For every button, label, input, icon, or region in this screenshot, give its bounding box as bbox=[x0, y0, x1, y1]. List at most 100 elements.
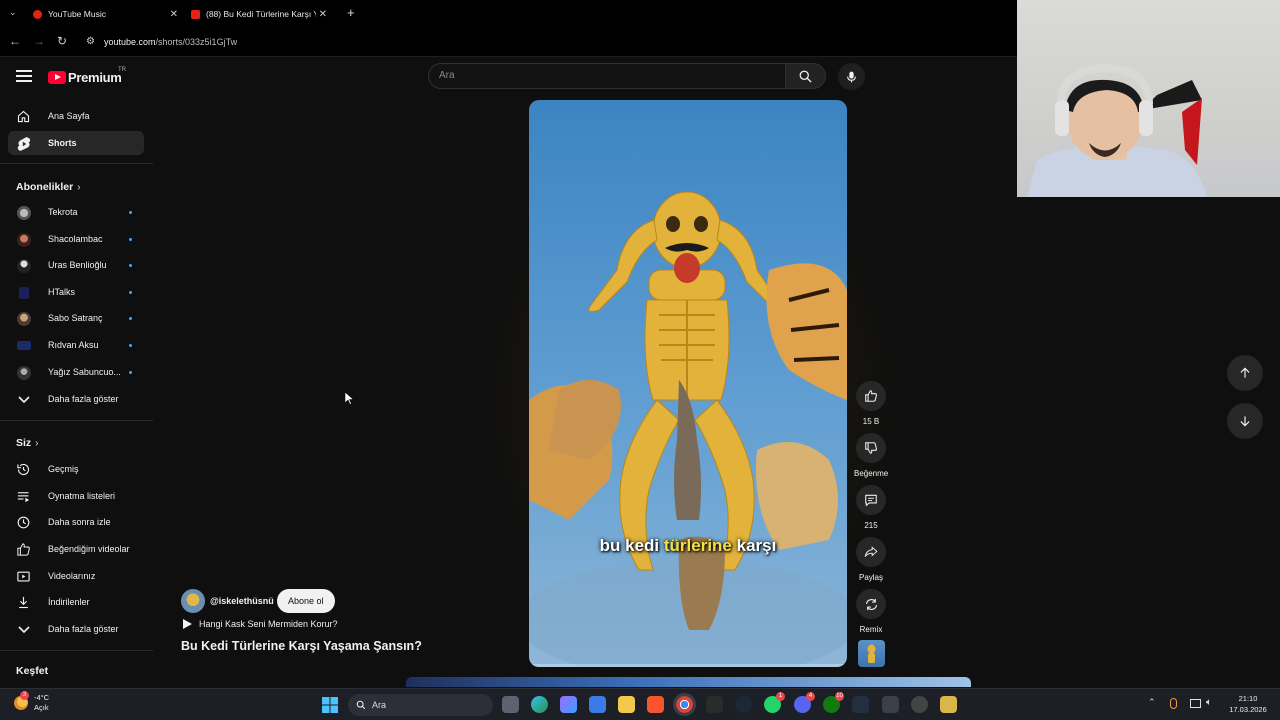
show-more-subscriptions[interactable]: Daha fazla göster bbox=[8, 387, 144, 411]
file-explorer-icon[interactable] bbox=[618, 696, 635, 713]
display-icon[interactable] bbox=[1190, 699, 1201, 708]
system-clock[interactable]: 21:10 17.03.2026 bbox=[1226, 693, 1270, 715]
thumbs-up-icon bbox=[865, 390, 877, 402]
video-progress-bar[interactable] bbox=[529, 664, 847, 667]
channel-avatar-icon bbox=[16, 232, 31, 247]
whatsapp-icon[interactable]: 1 bbox=[764, 692, 785, 713]
search-input[interactable] bbox=[439, 70, 769, 81]
steam-icon[interactable] bbox=[735, 696, 752, 713]
hardware-monitor-icon[interactable] bbox=[882, 696, 899, 713]
you-section-title[interactable]: Siz › bbox=[16, 437, 39, 449]
comments-button[interactable]: 215 bbox=[854, 485, 888, 530]
sidebar-item-your-videos[interactable]: Videolarınız bbox=[8, 564, 144, 588]
guide-menu-icon[interactable] bbox=[16, 70, 32, 82]
next-short-button[interactable] bbox=[1227, 403, 1263, 439]
youtube-favicon-icon bbox=[191, 9, 200, 19]
obs-icon[interactable] bbox=[911, 696, 928, 713]
sidebar-item-shacolambac[interactable]: Shacolambac bbox=[8, 227, 144, 251]
task-view-icon[interactable] bbox=[502, 696, 519, 713]
plex-icon[interactable] bbox=[940, 696, 957, 713]
sidebar-item-ridvan-aksu[interactable]: Rıdvan Aksu bbox=[8, 333, 144, 357]
youtube-play-logo-icon bbox=[48, 70, 66, 84]
site-info-icon[interactable]: ⚙ bbox=[86, 36, 95, 47]
close-tab-icon[interactable]: ✕ bbox=[319, 9, 327, 20]
tab-list-chevron-icon[interactable]: ⌄ bbox=[9, 7, 17, 18]
amazon-games-icon[interactable] bbox=[852, 696, 869, 713]
tab-youtube-music[interactable]: YouTube Music ✕ bbox=[33, 3, 178, 25]
back-icon[interactable]: ← bbox=[9, 34, 21, 48]
tab-title: (88) Bu Kedi Türlerine Karşı Yaşa... bbox=[206, 9, 316, 19]
search-button[interactable] bbox=[786, 63, 826, 89]
comment-count: 215 bbox=[864, 521, 878, 530]
remix-label: Remix bbox=[859, 625, 883, 634]
sidebar-item-sabo-satranc[interactable]: Sabo Satranç bbox=[8, 306, 144, 330]
start-button[interactable] bbox=[322, 697, 338, 718]
tray-chevron-up-icon[interactable]: ⌃ bbox=[1148, 697, 1156, 708]
channel-avatar[interactable] bbox=[181, 589, 205, 613]
previous-short-button[interactable] bbox=[1227, 355, 1263, 391]
xbox-icon[interactable]: 10 bbox=[823, 692, 844, 713]
subscribe-button[interactable]: Abone ol bbox=[277, 589, 335, 613]
sidebar-item-home[interactable]: Ana Sayfa bbox=[8, 104, 144, 128]
search-icon bbox=[799, 70, 812, 83]
sidebar-item-history[interactable]: Geçmiş bbox=[8, 457, 144, 481]
like-button[interactable]: 15 B bbox=[854, 381, 888, 426]
discord-icon[interactable]: 4 bbox=[794, 692, 815, 713]
discord-badge: 4 bbox=[806, 692, 815, 701]
channel-avatar-icon bbox=[16, 258, 31, 273]
store-icon[interactable] bbox=[589, 696, 606, 713]
brave-icon[interactable] bbox=[647, 696, 664, 713]
new-content-dot bbox=[129, 290, 132, 294]
subscriptions-title[interactable]: Abonelikler › bbox=[16, 181, 81, 193]
divider bbox=[0, 420, 153, 421]
epic-games-icon[interactable] bbox=[706, 696, 723, 713]
share-button[interactable]: Paylaş bbox=[854, 537, 888, 582]
dislike-button[interactable]: Beğenme bbox=[854, 433, 888, 478]
url-field[interactable]: youtube.com/shorts/033z5i1GjTw bbox=[104, 37, 237, 47]
linked-video-link[interactable]: Hangi Kask Seni Mermiden Korur? bbox=[183, 619, 338, 629]
close-tab-icon[interactable]: ✕ bbox=[170, 9, 178, 20]
forward-icon[interactable]: → bbox=[33, 34, 45, 48]
channel-name[interactable]: @iskelethüsnü bbox=[210, 596, 274, 606]
speaker-icon[interactable]: 🔈︎ bbox=[1206, 697, 1212, 708]
sidebar-item-uras-benlioglu[interactable]: Uras Benlioğlu bbox=[8, 253, 144, 277]
tab-shorts-video[interactable]: (88) Bu Kedi Türlerine Karşı Yaşa... ✕ bbox=[191, 3, 327, 25]
new-content-dot bbox=[129, 237, 132, 241]
divider bbox=[0, 650, 153, 651]
new-content-dot bbox=[129, 370, 132, 374]
sidebar-item-watch-later[interactable]: Daha sonra izle bbox=[8, 510, 144, 534]
sidebar-item-downloads[interactable]: İndirilenler bbox=[8, 590, 144, 614]
sidebar-item-label: Beğendiğim videolar bbox=[48, 544, 130, 554]
sound-thumbnail[interactable] bbox=[858, 640, 885, 667]
chrome-icon[interactable] bbox=[673, 693, 696, 716]
sidebar-item-playlists[interactable]: Oynatma listeleri bbox=[8, 484, 144, 508]
new-tab-icon[interactable]: + bbox=[347, 5, 355, 20]
sidebar-item-tekrota[interactable]: Tekrota bbox=[8, 200, 144, 224]
shorts-video-player[interactable]: bu kedi türlerine karşı bbox=[529, 100, 847, 667]
video-frame bbox=[529, 191, 847, 667]
clock-date: 17.03.2026 bbox=[1229, 705, 1267, 714]
comment-icon bbox=[865, 494, 877, 507]
edge-icon[interactable] bbox=[531, 696, 548, 713]
sidebar-item-shorts[interactable]: Shorts bbox=[8, 131, 144, 155]
search-icon bbox=[356, 700, 366, 710]
next-short-preview[interactable] bbox=[406, 677, 971, 687]
weather-widget[interactable]: 3 -4°C Açık bbox=[10, 691, 49, 713]
voice-search-button[interactable] bbox=[838, 63, 865, 90]
sidebar-item-label: Rıdvan Aksu bbox=[48, 340, 99, 350]
channel-avatar-icon bbox=[16, 311, 31, 326]
copilot-icon[interactable] bbox=[560, 696, 577, 713]
new-content-dot bbox=[129, 210, 132, 214]
show-more-you[interactable]: Daha fazla göster bbox=[8, 617, 144, 641]
sidebar-item-liked-videos[interactable]: Beğendiğim videolar bbox=[8, 537, 144, 561]
sidebar-item-htalks[interactable]: HTalks bbox=[8, 280, 144, 304]
taskbar-search[interactable]: Ara bbox=[348, 694, 493, 716]
sidebar-item-yagiz-sabuncuoglu[interactable]: Yağız Sabuncuo... bbox=[8, 360, 144, 384]
youtube-premium-logo[interactable]: Premium bbox=[48, 68, 122, 86]
windows-logo-icon bbox=[322, 697, 338, 713]
microphone-tray-icon[interactable] bbox=[1170, 698, 1177, 709]
youtube-music-favicon-icon bbox=[33, 9, 42, 19]
reload-icon[interactable]: ↻ bbox=[57, 34, 67, 48]
remix-button[interactable]: Remix bbox=[854, 589, 888, 634]
search-box bbox=[428, 63, 786, 89]
